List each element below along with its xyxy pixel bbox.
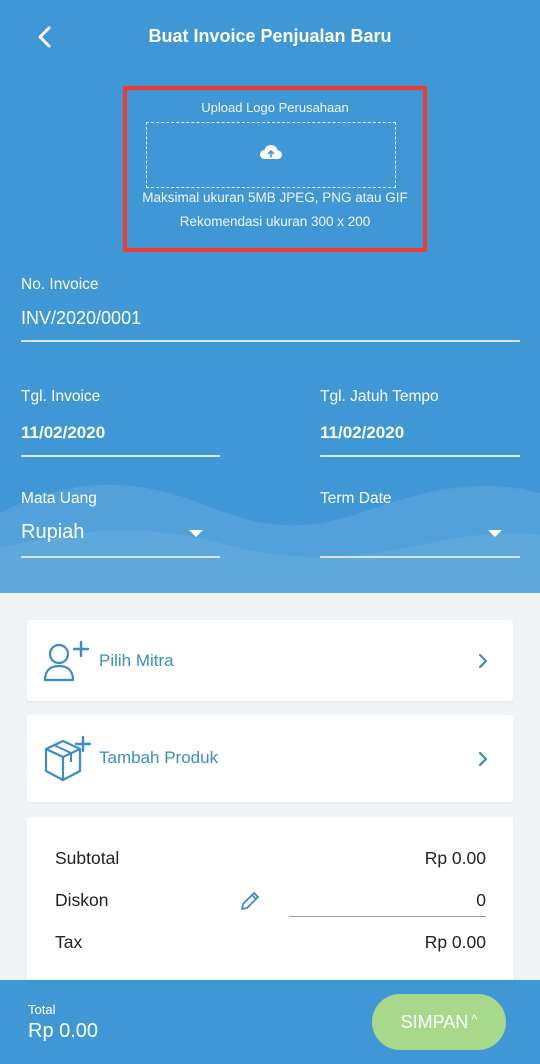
top-bar: Buat Invoice Penjualan Baru [0, 0, 540, 76]
summary-card: Subtotal Rp 0.00 Diskon 0 Tax Rp 0.00 [27, 817, 513, 992]
term-date-dropdown-icon[interactable] [488, 530, 502, 537]
term-date-label: Term Date [320, 490, 392, 507]
save-button[interactable]: SIMPAN ^ [372, 994, 506, 1050]
chevron-right-icon [478, 653, 488, 669]
select-partner-card[interactable]: Pilih Mitra [27, 620, 513, 701]
chevron-right-icon [478, 751, 488, 767]
invoice-no-input[interactable]: INV/2020/0001 [21, 308, 141, 329]
subtotal-row: Subtotal Rp 0.00 [55, 848, 486, 872]
upload-recommend-note: Rekomendasi ukuran 300 x 200 [179, 214, 371, 229]
currency-underline [21, 556, 220, 558]
add-box-icon [44, 735, 92, 782]
save-button-label: SIMPAN [400, 1011, 469, 1032]
add-product-label: Tambah Produk [99, 748, 219, 767]
select-partner-label: Pilih Mitra [99, 651, 174, 670]
cloud-upload-icon [260, 145, 282, 159]
total-label: Total [28, 1002, 56, 1017]
term-date-underline [320, 556, 520, 558]
due-date-input[interactable]: 11/02/2020 [320, 423, 404, 443]
logo-dropzone[interactable] [146, 122, 396, 188]
invoice-no-label: No. Invoice [21, 276, 99, 293]
subtotal-value: Rp 0.00 [424, 848, 486, 868]
invoice-date-input[interactable]: 11/02/2020 [21, 423, 105, 443]
discount-row: Diskon 0 [55, 890, 486, 917]
invoice-date-underline [21, 455, 220, 457]
upload-logo-title: Upload Logo Perusahaan [201, 100, 349, 115]
due-date-underline [320, 455, 520, 457]
pencil-icon[interactable] [239, 890, 261, 912]
chevron-up-icon: ^ [471, 1011, 478, 1027]
invoice-no-underline [21, 340, 520, 342]
tax-value: Rp 0.00 [424, 932, 486, 952]
total-value: Rp 0.00 [28, 1020, 99, 1042]
page-title: Buat Invoice Penjualan Baru [148, 26, 392, 46]
tax-row: Tax Rp 0.00 [55, 932, 486, 956]
currency-dropdown-icon[interactable] [189, 530, 203, 537]
discount-underline [289, 916, 486, 917]
subtotal-label: Subtotal [55, 848, 120, 868]
tax-label: Tax [55, 932, 83, 952]
discount-label: Diskon [55, 890, 109, 910]
add-product-card[interactable]: Tambah Produk [27, 715, 513, 802]
logo-upload-section: Upload Logo Perusahaan Maksimal ukuran 5… [123, 86, 427, 252]
upload-size-note: Maksimal ukuran 5MB JPEG, PNG atau GIF [142, 190, 408, 205]
discount-input[interactable]: 0 [476, 890, 486, 911]
currency-select[interactable]: Rupiah [21, 521, 84, 544]
due-date-label: Tgl. Jatuh Tempo [320, 388, 439, 405]
add-user-icon [43, 640, 90, 682]
invoice-date-label: Tgl. Invoice [21, 388, 101, 405]
currency-label: Mata Uang [21, 490, 97, 507]
bottom-bar: Total Rp 0.00 SIMPAN ^ [0, 980, 540, 1064]
